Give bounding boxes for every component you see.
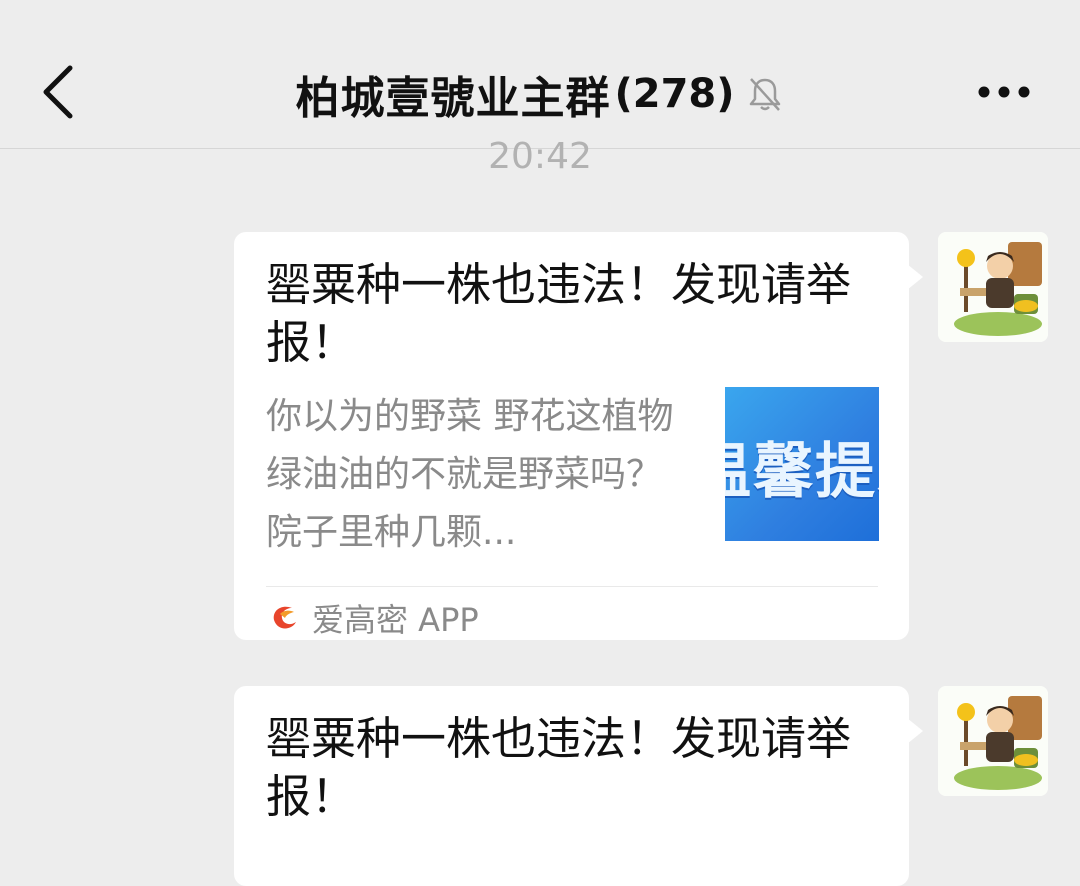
app-logo-icon	[273, 606, 296, 629]
card-divider	[266, 586, 878, 587]
card-source: 爱高密 APP	[266, 594, 479, 642]
member-count: (278)	[614, 71, 735, 117]
card-title: 罂粟种一株也违法！发现请举报！	[266, 258, 852, 369]
bell-muted-icon	[749, 78, 780, 111]
chat-header: 柏城壹號业主群 (278)	[0, 0, 1080, 149]
source-label: 爱高密 APP	[312, 601, 479, 639]
link-card-message[interactable]: 罂粟种一株也违法！发现请举报！ 你以为的野菜 野花这植物绿油油的不就是野菜吗？院…	[234, 232, 923, 642]
sender-avatar[interactable]	[938, 686, 1048, 796]
link-card-message[interactable]: 罂粟种一株也违法！发现请举报！	[234, 686, 923, 886]
card-thumbnail: 温馨提示	[725, 387, 879, 541]
more-dots-icon[interactable]	[972, 78, 1036, 106]
cartoon-avatar-icon	[938, 232, 1048, 342]
chat-title-group[interactable]: 柏城壹號业主群 (278)	[0, 66, 1080, 124]
card-title: 罂粟种一株也违法！发现请举报！	[266, 712, 852, 823]
thumbnail-text: 温馨提示	[725, 437, 879, 507]
message-timestamp: 20:42	[488, 136, 592, 177]
chat-title: 柏城壹號业主群	[295, 73, 611, 124]
card-description: 你以为的野菜 野花这植物绿油油的不就是野菜吗？院子里种几颗...	[266, 396, 674, 553]
sender-avatar[interactable]	[938, 232, 1048, 342]
cartoon-avatar-icon	[938, 686, 1048, 796]
